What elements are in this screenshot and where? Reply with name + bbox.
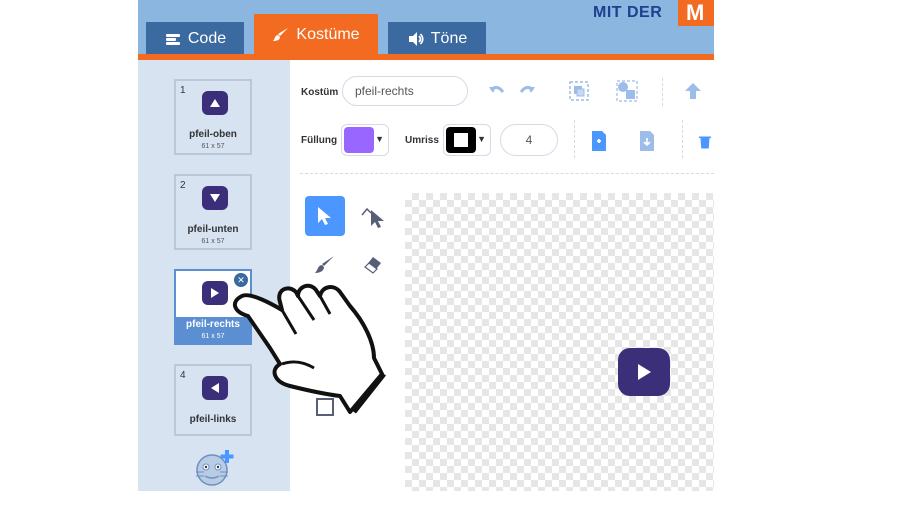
add-costume-button[interactable] bbox=[192, 446, 238, 488]
undo-button[interactable] bbox=[484, 78, 510, 104]
fill-color-picker[interactable]: ▼ bbox=[341, 124, 389, 156]
fill-swatch bbox=[344, 127, 374, 153]
trash-icon bbox=[699, 136, 711, 149]
code-icon bbox=[164, 30, 182, 48]
select-tool-button[interactable] bbox=[305, 196, 345, 236]
costume-name-input[interactable]: pfeil-rechts bbox=[342, 76, 468, 106]
redo-icon bbox=[519, 85, 535, 93]
arrow-down-icon bbox=[202, 186, 228, 210]
delete-button[interactable] bbox=[696, 128, 714, 154]
ungroup-button[interactable] bbox=[614, 78, 640, 104]
costume-label: Kostüm bbox=[301, 87, 339, 98]
costume-item-1[interactable]: 1 pfeil-oben 61 x 57 bbox=[174, 79, 252, 155]
costume-thumbnail bbox=[176, 81, 250, 127]
speaker-icon bbox=[407, 30, 425, 48]
tab-code-label: Code bbox=[187, 30, 227, 47]
undo-icon bbox=[489, 85, 505, 93]
reshape-tool-button[interactable] bbox=[360, 203, 386, 229]
toolbar-divider bbox=[682, 120, 683, 158]
group-button[interactable] bbox=[566, 78, 592, 104]
chevron-down-icon: ▼ bbox=[375, 134, 384, 144]
fill-label: Füllung bbox=[301, 135, 338, 146]
costume-number: 2 bbox=[180, 180, 186, 191]
costume-size: 61 x 57 bbox=[201, 143, 225, 150]
arrow-right-icon[interactable] bbox=[618, 348, 670, 396]
copy-icon bbox=[592, 131, 606, 151]
costume-name: pfeil-unten bbox=[187, 224, 239, 235]
outline-width-input[interactable]: 4 bbox=[500, 124, 558, 156]
reshape-icon bbox=[361, 207, 384, 228]
brush-icon bbox=[272, 26, 290, 44]
chevron-down-icon: ▼ bbox=[477, 134, 486, 144]
costume-number: 4 bbox=[180, 370, 186, 381]
group-icon bbox=[569, 81, 589, 101]
tab-costumes-label: Kostüme bbox=[296, 26, 360, 43]
tab-code[interactable]: Code bbox=[146, 22, 244, 56]
redo-button[interactable] bbox=[514, 78, 540, 104]
outline-color-picker[interactable]: ▼ bbox=[443, 124, 491, 156]
outline-label: Umriss bbox=[405, 135, 439, 146]
forward-button[interactable] bbox=[680, 78, 706, 104]
brand-text: MIT DER bbox=[593, 4, 663, 21]
toolbar-divider bbox=[662, 78, 663, 106]
costume-thumbnail bbox=[176, 176, 250, 222]
paste-icon bbox=[640, 131, 654, 151]
add-costume-icon bbox=[196, 450, 234, 486]
cursor-icon bbox=[318, 207, 331, 225]
tab-sounds[interactable]: Töne bbox=[388, 22, 486, 56]
toolbar-divider bbox=[574, 120, 575, 158]
costume-size: 61 x 57 bbox=[201, 238, 225, 245]
pointing-hand-icon bbox=[224, 262, 420, 416]
costume-number: 1 bbox=[180, 85, 186, 96]
costume-name: pfeil-oben bbox=[189, 129, 237, 140]
toolbar-separator bbox=[300, 173, 714, 174]
top-bar: MIT DER M Code Kostüme Töne bbox=[138, 0, 714, 56]
tab-costumes[interactable]: Kostüme bbox=[254, 14, 378, 56]
brand-logo-box: M bbox=[678, 0, 714, 26]
arrow-up-icon bbox=[202, 91, 228, 115]
ungroup-icon bbox=[616, 80, 638, 102]
costume-item-2[interactable]: 2 pfeil-unten 61 x 57 bbox=[174, 174, 252, 250]
copy-button[interactable] bbox=[586, 128, 612, 154]
tab-sounds-label: Töne bbox=[430, 30, 468, 47]
paste-button[interactable] bbox=[634, 128, 660, 154]
arrow-up-layer-icon bbox=[685, 83, 701, 99]
outline-swatch bbox=[446, 127, 476, 153]
costume-number: 3 bbox=[180, 275, 186, 286]
paint-editor-window: MIT DER M Code Kostüme Töne 1 pfeil-oben… bbox=[138, 0, 714, 491]
drawing-canvas[interactable] bbox=[405, 193, 714, 491]
